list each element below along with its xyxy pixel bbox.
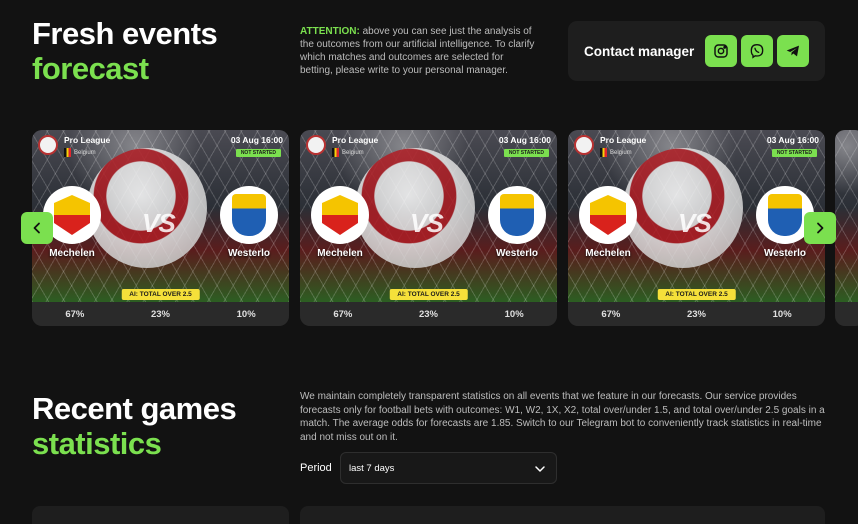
- odds-draw: 23%: [418, 308, 438, 320]
- odds-home: 67%: [333, 308, 353, 320]
- mechelen-crest-icon: [54, 195, 90, 235]
- home-team-name: Mechelen: [585, 248, 631, 259]
- chevron-right-icon: [817, 222, 824, 234]
- westerlo-crest-icon: [232, 194, 266, 236]
- westerlo-crest-icon: [768, 194, 802, 236]
- match-date: 03 Aug 16:00: [230, 135, 283, 145]
- country: Belgium: [600, 148, 646, 157]
- forecast-title-line2: forecast: [32, 51, 149, 86]
- league-info: Pro League Belgium: [306, 135, 378, 157]
- odds-draw: 23%: [686, 308, 706, 320]
- home-team-crest: [311, 186, 369, 244]
- belgium-flag-icon: [332, 148, 339, 157]
- home-team: Mechelen: [310, 186, 370, 259]
- statistics-title-line1: Recent games: [32, 391, 237, 426]
- statistics-panel-left: [32, 506, 289, 524]
- odds-away: 10%: [504, 308, 524, 320]
- odds-bar: [835, 302, 858, 326]
- odds-bar: 67% 23% 10%: [32, 302, 289, 326]
- away-team-crest: [220, 186, 278, 244]
- match-background-image: [835, 130, 858, 302]
- period-label: Period: [300, 462, 332, 474]
- country: Belgium: [332, 148, 378, 157]
- home-team-name: Mechelen: [317, 248, 363, 259]
- odds-bar: 67% 23% 10%: [568, 302, 825, 326]
- league-name: Pro League: [332, 135, 379, 145]
- instagram-icon: [714, 44, 728, 58]
- contact-manager-label: Contact manager: [584, 43, 695, 59]
- carousel-next-button[interactable]: [804, 212, 836, 244]
- chevron-down-icon: [535, 466, 545, 472]
- ai-prediction-badge: AI: TOTAL OVER 2.5: [389, 289, 468, 300]
- match-card[interactable]: Pro League Belgium 03 Aug 16:00 NOT STAR…: [300, 130, 557, 326]
- match-card[interactable]: Pro League Belgium 03 Aug 16:00 NOT STAR…: [32, 130, 289, 326]
- contact-manager-panel: Contact manager: [568, 21, 825, 81]
- period-select-value: last 7 days: [349, 462, 395, 474]
- mechelen-crest-icon: [322, 195, 358, 235]
- league-name: Pro League: [600, 135, 647, 145]
- home-team-name: Mechelen: [49, 248, 95, 259]
- country-name: Belgium: [610, 149, 632, 156]
- home-team-crest: [579, 186, 637, 244]
- away-team-name: Westerlo: [227, 248, 271, 259]
- instagram-button[interactable]: [705, 35, 737, 67]
- telegram-button[interactable]: [777, 35, 809, 67]
- league-info: Pro League Belgium: [574, 135, 646, 157]
- westerlo-crest-icon: [500, 194, 534, 236]
- away-team-crest: [488, 186, 546, 244]
- odds-draw: 23%: [150, 308, 170, 320]
- ai-prediction-badge: AI: TOTAL OVER 2.5: [657, 289, 736, 300]
- versus-label: VS: [678, 208, 712, 238]
- ai-prediction-badge: AI: TOTAL OVER 2.5: [121, 289, 200, 300]
- belgium-flag-icon: [600, 148, 607, 157]
- country-name: Belgium: [342, 149, 364, 156]
- versus-label: VS: [142, 208, 176, 238]
- match-card-partial[interactable]: [835, 130, 858, 326]
- away-team: Westerlo: [219, 186, 279, 259]
- viber-button[interactable]: [741, 35, 773, 67]
- odds-away: 10%: [236, 308, 256, 320]
- period-select[interactable]: last 7 days: [340, 452, 557, 484]
- versus-label: VS: [410, 208, 444, 238]
- status-badge: NOT STARTED: [235, 149, 281, 157]
- league-info: Pro League Belgium: [38, 135, 110, 157]
- statistics-description: We maintain completely transparent stati…: [300, 391, 825, 443]
- belgium-flag-icon: [64, 148, 71, 157]
- match-date: 03 Aug 16:00: [766, 135, 819, 145]
- odds-away: 10%: [772, 308, 792, 320]
- league-logo: [38, 135, 58, 155]
- forecast-title-line1: Fresh events: [32, 16, 218, 51]
- statistics-title-line2: statistics: [32, 426, 162, 461]
- country: Belgium: [64, 148, 110, 157]
- league-logo: [574, 135, 594, 155]
- away-team-name: Westerlo: [495, 248, 539, 259]
- telegram-icon: [786, 45, 799, 57]
- odds-bar: 67% 23% 10%: [300, 302, 557, 326]
- status-badge: NOT STARTED: [503, 149, 549, 157]
- viber-icon: [750, 43, 764, 59]
- away-team: Westerlo: [487, 186, 547, 259]
- status-badge: NOT STARTED: [771, 149, 817, 157]
- attention-note: ATTENTION: above you can see just the an…: [300, 25, 538, 77]
- league-logo: [306, 135, 326, 155]
- match-date: 03 Aug 16:00: [498, 135, 551, 145]
- forecast-title: Fresh events forecast: [32, 16, 218, 86]
- away-team-name: Westerlo: [763, 248, 807, 259]
- statistics-panel-right: [300, 506, 825, 524]
- attention-label: ATTENTION:: [300, 26, 360, 37]
- country-name: Belgium: [74, 149, 96, 156]
- odds-home: 67%: [601, 308, 621, 320]
- odds-home: 67%: [65, 308, 85, 320]
- statistics-title: Recent games statistics: [32, 391, 237, 461]
- carousel-prev-button[interactable]: [21, 212, 53, 244]
- league-name: Pro League: [64, 135, 111, 145]
- chevron-left-icon: [33, 222, 40, 234]
- mechelen-crest-icon: [590, 195, 626, 235]
- match-card[interactable]: Pro League Belgium 03 Aug 16:00 NOT STAR…: [568, 130, 825, 326]
- home-team: Mechelen: [578, 186, 638, 259]
